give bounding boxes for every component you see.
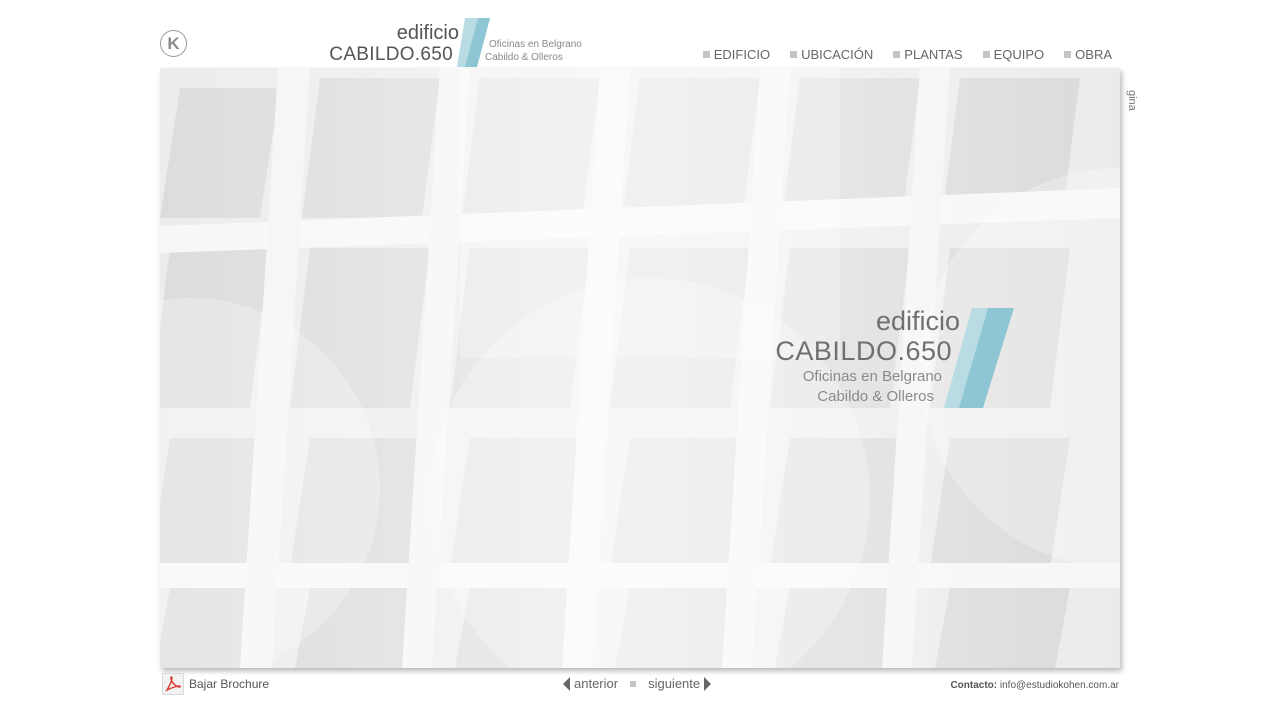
download-brochure-link[interactable]: Bajar Brochure bbox=[162, 673, 269, 695]
hero-panel: edificio CABILDO.650 Oficinas en Belgran… bbox=[160, 68, 1120, 668]
nav-item-obra[interactable]: OBRA bbox=[1064, 47, 1112, 62]
contact-email[interactable]: info@estudiokohen.com.ar bbox=[1000, 680, 1119, 691]
header-brand-line1: edificio bbox=[396, 22, 459, 44]
header-brand-sub2: Cabildo & Olleros bbox=[485, 52, 563, 63]
hero-brand-line2: CABILDO.650 bbox=[775, 336, 952, 366]
pdf-icon bbox=[162, 673, 184, 695]
pager: anterior siguiente bbox=[563, 676, 712, 691]
nav-bullet-icon bbox=[1064, 51, 1072, 58]
nav-item-ubicacion[interactable]: UBICACIÓN bbox=[790, 47, 873, 62]
pager-separator bbox=[630, 680, 637, 687]
arrow-right-icon bbox=[704, 676, 712, 691]
nav-item-label: UBICACIÓN bbox=[801, 47, 874, 62]
side-tab[interactable]: gina bbox=[1126, 90, 1138, 111]
brochure-label: Bajar Brochure bbox=[189, 677, 270, 691]
hero-brand-sub2: Cabildo & Olleros bbox=[817, 388, 934, 405]
nav-item-label: EQUIPO bbox=[993, 47, 1045, 62]
header-brand-line2: CABILDO.650 bbox=[329, 44, 453, 65]
next-label: siguiente bbox=[648, 676, 701, 691]
nav-item-label: OBRA bbox=[1075, 47, 1112, 62]
next-button[interactable]: siguiente bbox=[648, 676, 712, 691]
nav-bullet-icon bbox=[982, 51, 990, 58]
kohen-logo[interactable]: K bbox=[160, 30, 187, 57]
prev-button[interactable]: anterior bbox=[563, 676, 618, 691]
nav-bullet-icon bbox=[702, 51, 710, 58]
hero-brand-sub1: Oficinas en Belgrano bbox=[802, 368, 942, 385]
arrow-left-icon bbox=[563, 676, 570, 691]
main-nav: EDIFICIO UBICACIÓN PLANTAS EQUIPO OBRA bbox=[702, 47, 1112, 62]
nav-item-plantas[interactable]: PLANTAS bbox=[893, 47, 963, 62]
hero-brand-line1: edificio bbox=[875, 306, 960, 336]
nav-item-equipo[interactable]: EQUIPO bbox=[982, 47, 1045, 62]
nav-bullet-icon bbox=[893, 51, 901, 58]
hero-brand-logo: edificio CABILDO.650 Oficinas en Belgran… bbox=[740, 306, 1040, 416]
nav-item-label: PLANTAS bbox=[904, 47, 963, 62]
nav-bullet-icon bbox=[790, 51, 798, 58]
contact-label: Contacto: bbox=[950, 680, 998, 691]
header-brand-logo[interactable]: edificio CABILDO.650 Oficinas en Belgran… bbox=[300, 18, 600, 68]
kohen-logo-letter: K bbox=[167, 33, 180, 53]
nav-item-label: EDIFICIO bbox=[713, 47, 771, 62]
contact-info: Contacto: info@estudiokohen.com.ar bbox=[950, 680, 1119, 691]
nav-item-edificio[interactable]: EDIFICIO bbox=[702, 47, 771, 62]
prev-label: anterior bbox=[574, 676, 619, 691]
header-brand-sub1: Oficinas en Belgrano bbox=[489, 39, 582, 50]
